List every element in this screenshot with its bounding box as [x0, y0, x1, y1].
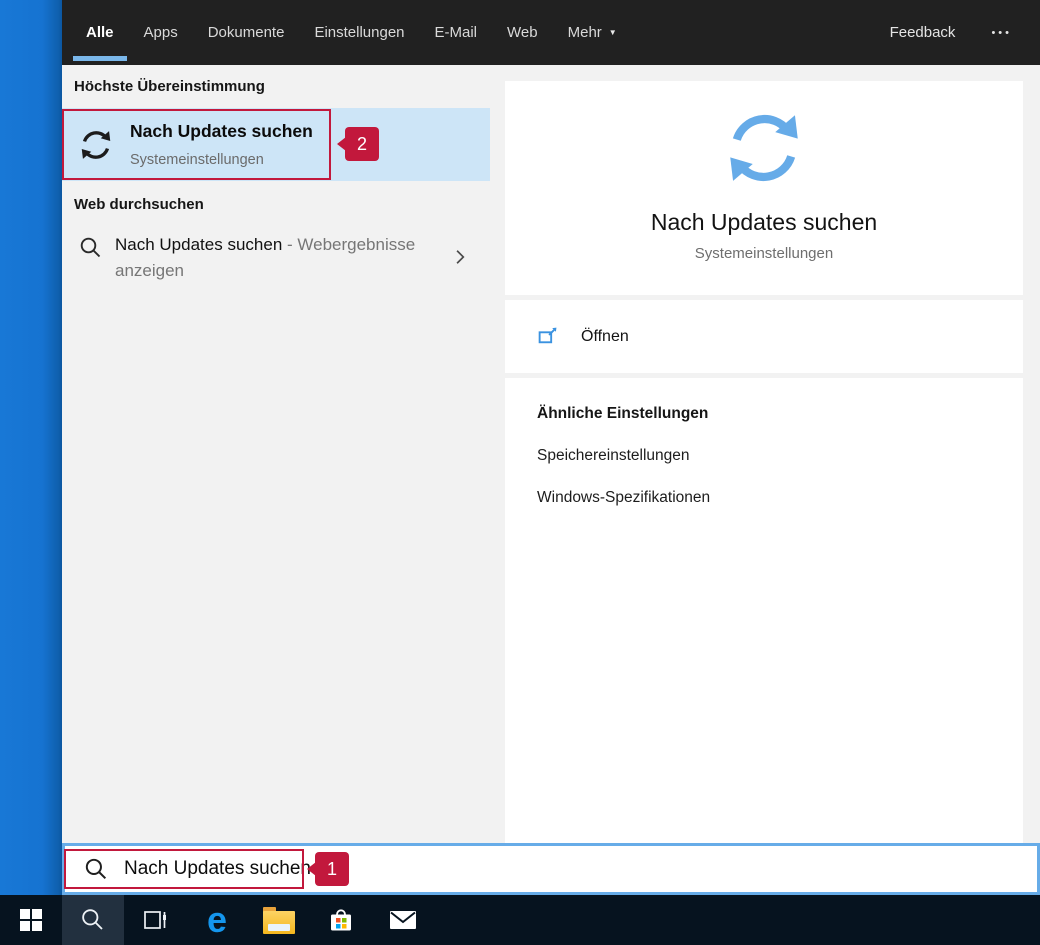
taskbar: e [0, 895, 1040, 945]
tab-einstellungen[interactable]: Einstellungen [314, 0, 404, 65]
folder-icon [263, 906, 295, 934]
preview-title: Nach Updates suchen [650, 209, 878, 235]
search-filter-tabs: Alle Apps Dokumente Einstellungen E-Mail… [73, 0, 617, 65]
search-icon [79, 236, 103, 260]
task-view-button[interactable] [124, 895, 186, 945]
search-icon [80, 907, 106, 933]
search-input-value: Nach Updates suchen [124, 858, 311, 879]
chevron-down-icon: ▼ [608, 28, 617, 37]
web-search-result[interactable]: Nach Updates suchen - Webergebnisse anze… [62, 223, 490, 295]
tab-apps[interactable]: Apps [144, 0, 178, 65]
best-match-result[interactable]: Nach Updates suchen Systemeinstellungen [62, 108, 490, 181]
related-item-windows-spezifikationen[interactable]: Windows-Spezifikationen [537, 489, 1023, 507]
web-search-header: Web durchsuchen [74, 196, 204, 213]
web-search-text: Nach Updates suchen - Webergebnisse anze… [115, 232, 447, 284]
web-search-query: Nach Updates suchen [115, 235, 283, 254]
search-input[interactable]: Nach Updates suchen 1 [62, 843, 1040, 895]
preview-subtitle: Systemeinstellungen [694, 245, 834, 262]
tab-email[interactable]: E-Mail [435, 0, 478, 65]
mail-button[interactable] [372, 895, 434, 945]
more-options-button[interactable]: ••• [991, 27, 1012, 39]
related-settings-card: Ähnliche Einstellungen Speichereinstellu… [505, 378, 1023, 843]
annotation-badge-2: 2 [345, 127, 379, 161]
related-settings-header: Ähnliche Einstellungen [537, 405, 709, 422]
open-action-label: Öffnen [581, 327, 629, 345]
tab-mehr[interactable]: Mehr ▼ [568, 0, 617, 65]
sync-icon [77, 126, 115, 164]
store-bag-icon [327, 906, 355, 934]
preview-panel: Nach Updates suchen Systemeinstellungen … [490, 65, 1040, 843]
best-match-title: Nach Updates suchen [130, 121, 313, 141]
best-match-header: Höchste Übereinstimmung [74, 78, 265, 95]
taskbar-search-button[interactable] [62, 895, 124, 945]
edge-button[interactable]: e [186, 895, 248, 945]
tab-web[interactable]: Web [507, 0, 538, 65]
task-view-icon [142, 907, 168, 933]
open-action-row[interactable]: Öffnen [505, 300, 1023, 373]
search-filter-bar: Alle Apps Dokumente Einstellungen E-Mail… [62, 0, 1040, 65]
preview-header-card: Nach Updates suchen Systemeinstellungen [505, 81, 1023, 295]
tab-alle[interactable]: Alle [73, 0, 126, 65]
tab-mehr-label: Mehr [567, 24, 602, 41]
best-match-subtitle: Systemeinstellungen [130, 152, 264, 168]
sync-icon [716, 103, 812, 193]
feedback-button[interactable]: Feedback [890, 24, 956, 41]
file-explorer-button[interactable] [248, 895, 310, 945]
edge-icon: e [206, 899, 228, 940]
start-button[interactable] [0, 895, 62, 945]
tab-dokumente[interactable]: Dokumente [208, 0, 285, 65]
annotation-badge-1: 1 [315, 852, 349, 886]
results-panel: Höchste Übereinstimmung Nach Updates suc… [62, 65, 490, 843]
desktop-wallpaper [0, 0, 62, 895]
mail-envelope-icon [388, 908, 418, 932]
search-icon [84, 857, 109, 882]
store-button[interactable] [310, 895, 372, 945]
windows-logo-icon [20, 909, 42, 931]
related-item-speichereinstellungen[interactable]: Speichereinstellungen [537, 447, 1023, 465]
open-external-icon [537, 326, 558, 347]
chevron-right-icon[interactable] [450, 247, 470, 267]
